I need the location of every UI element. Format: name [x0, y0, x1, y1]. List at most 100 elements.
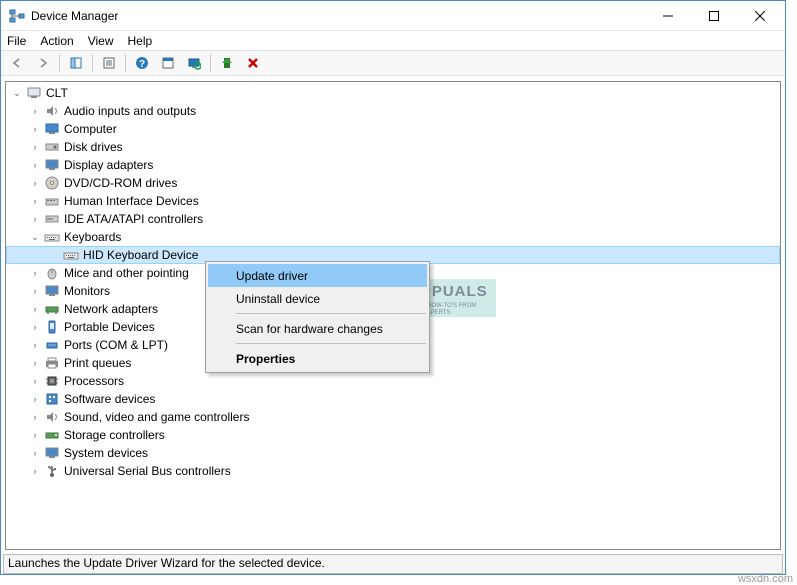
close-button[interactable] — [737, 1, 783, 31]
tree-label: Ports (COM & LPT) — [64, 338, 168, 352]
tree-item-software[interactable]: › Software devices — [6, 390, 780, 408]
chevron-right-icon[interactable]: › — [28, 374, 42, 388]
cpu-icon — [44, 373, 60, 389]
tree-label: Universal Serial Bus controllers — [64, 464, 231, 478]
tree-item-storage[interactable]: › Storage controllers — [6, 426, 780, 444]
chevron-right-icon[interactable]: › — [28, 428, 42, 442]
software-icon — [44, 391, 60, 407]
tree-label: Software devices — [64, 392, 155, 406]
display-icon — [44, 157, 60, 173]
menu-view[interactable]: View — [88, 34, 114, 48]
tree-item-ide[interactable]: ›IDE ATA/ATAPI controllers — [6, 210, 780, 228]
chevron-right-icon[interactable]: › — [28, 176, 42, 190]
menu-action[interactable]: Action — [40, 34, 73, 48]
chevron-right-icon[interactable]: › — [28, 212, 42, 226]
hid-icon — [44, 193, 60, 209]
tree-item-keyboards[interactable]: ⌄Keyboards — [6, 228, 780, 246]
chevron-right-icon[interactable]: › — [28, 158, 42, 172]
network-icon — [44, 301, 60, 317]
tree-label: Print queues — [64, 356, 131, 370]
chevron-right-icon[interactable]: › — [28, 356, 42, 370]
tree-item-sound[interactable]: ›Sound, video and game controllers — [6, 408, 780, 426]
properties-button-2[interactable] — [156, 52, 180, 74]
tree-item-disk[interactable]: › Disk drives — [6, 138, 780, 156]
window-controls — [645, 1, 783, 30]
separator — [236, 313, 426, 314]
tree-item-audio[interactable]: › Audio inputs and outputs — [6, 102, 780, 120]
tree-label: Disk drives — [64, 140, 123, 154]
tree-label: Computer — [64, 122, 117, 136]
tree-label: Network adapters — [64, 302, 158, 316]
chevron-right-icon[interactable]: › — [28, 392, 42, 406]
menu-help[interactable]: Help — [128, 34, 153, 48]
chevron-right-icon[interactable]: › — [28, 122, 42, 136]
scan-hardware-button[interactable] — [182, 52, 206, 74]
dvd-icon — [44, 175, 60, 191]
port-icon — [44, 337, 60, 353]
ctx-update-driver[interactable]: Update driver — [208, 264, 427, 287]
chevron-right-icon[interactable]: › — [28, 140, 42, 154]
separator — [236, 343, 426, 344]
chevron-right-icon[interactable]: › — [28, 446, 42, 460]
menu-file[interactable]: File — [7, 34, 26, 48]
usb-icon — [44, 463, 60, 479]
chevron-right-icon[interactable]: › — [28, 464, 42, 478]
chevron-right-icon[interactable]: › — [28, 338, 42, 352]
back-button[interactable] — [5, 52, 29, 74]
help-button[interactable]: ? — [130, 52, 154, 74]
audio-icon — [44, 103, 60, 119]
maximize-button[interactable] — [691, 1, 737, 31]
tree-label: Portable Devices — [64, 320, 155, 334]
tree-label: Processors — [64, 374, 124, 388]
window-title: Device Manager — [31, 9, 645, 23]
chevron-right-icon[interactable]: › — [28, 320, 42, 334]
tree-item-display[interactable]: ›Display adapters — [6, 156, 780, 174]
ctx-scan[interactable]: Scan for hardware changes — [208, 317, 427, 340]
ctx-uninstall[interactable]: Uninstall device — [208, 287, 427, 310]
tree-item-computer[interactable]: › Computer — [6, 120, 780, 138]
tree-label: Storage controllers — [64, 428, 165, 442]
menubar: File Action View Help — [1, 31, 785, 50]
disk-icon — [44, 139, 60, 155]
chevron-down-icon[interactable]: ⌄ — [28, 230, 42, 244]
tree-label: Audio inputs and outputs — [64, 104, 196, 118]
titlebar[interactable]: Device Manager — [1, 1, 785, 31]
chevron-down-icon[interactable]: ⌄ — [10, 86, 24, 100]
chevron-right-icon[interactable]: › — [28, 302, 42, 316]
tree-label: System devices — [64, 446, 148, 460]
toolbar: ? — [1, 50, 785, 76]
storage-icon — [44, 427, 60, 443]
computer-icon — [26, 85, 42, 101]
monitor-icon — [44, 283, 60, 299]
tree-root[interactable]: ⌄ CLT — [6, 84, 780, 102]
chevron-right-icon[interactable]: › — [28, 284, 42, 298]
chevron-right-icon[interactable]: › — [28, 266, 42, 280]
forward-button[interactable] — [31, 52, 55, 74]
status-text: Launches the Update Driver Wizard for th… — [8, 556, 325, 570]
tree-label: DVD/CD-ROM drives — [64, 176, 177, 190]
tree-item-usb[interactable]: › Universal Serial Bus controllers — [6, 462, 780, 480]
keyboard-icon — [44, 229, 60, 245]
device-manager-window: Device Manager File Action View Help ? ⌄… — [0, 0, 786, 575]
chevron-right-icon[interactable]: › — [28, 194, 42, 208]
chevron-right-icon[interactable]: › — [28, 104, 42, 118]
tree-item-hid[interactable]: › Human Interface Devices — [6, 192, 780, 210]
ctx-properties[interactable]: Properties — [208, 347, 427, 370]
tree-item-dvd[interactable]: › DVD/CD-ROM drives — [6, 174, 780, 192]
attribution: wsxdn.com — [738, 573, 793, 585]
minimize-button[interactable] — [645, 1, 691, 31]
sound-icon — [44, 409, 60, 425]
computer-icon — [44, 121, 60, 137]
tree-item-processors[interactable]: › Processors — [6, 372, 780, 390]
tree-item-system[interactable]: › System devices — [6, 444, 780, 462]
tree-label: Human Interface Devices — [64, 194, 199, 208]
keyboard-icon — [63, 247, 79, 263]
show-hide-tree-button[interactable] — [64, 52, 88, 74]
uninstall-button[interactable] — [241, 52, 265, 74]
tree-label: Monitors — [64, 284, 110, 298]
tree-label: HID Keyboard Device — [83, 248, 198, 262]
chevron-right-icon[interactable]: › — [28, 410, 42, 424]
app-icon — [9, 8, 25, 24]
properties-button[interactable] — [97, 52, 121, 74]
update-driver-button[interactable] — [215, 52, 239, 74]
